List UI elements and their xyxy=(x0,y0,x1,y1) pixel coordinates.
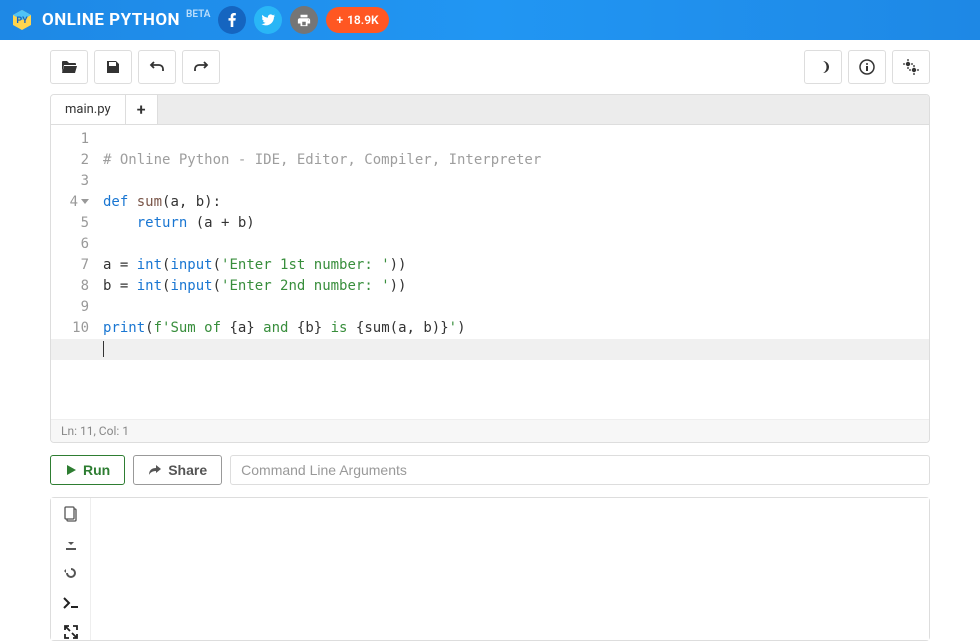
like-count: 18.9K xyxy=(347,13,379,27)
tab-main[interactable]: main.py xyxy=(51,95,126,124)
play-icon xyxy=(65,464,77,476)
line-number: 6 xyxy=(51,234,89,255)
dark-mode-button[interactable] xyxy=(804,50,842,84)
line-number: 2 xyxy=(51,150,89,171)
code-line[interactable] xyxy=(103,234,929,255)
copy-output-button[interactable] xyxy=(61,506,81,522)
status-bar: Ln: 11, Col: 1 xyxy=(51,419,929,442)
console-output[interactable] xyxy=(91,498,929,640)
settings-button[interactable] xyxy=(892,50,930,84)
code-line[interactable]: a = int(input('Enter 1st number: ')) xyxy=(103,255,929,276)
code-line[interactable] xyxy=(103,171,929,192)
share-label: Share xyxy=(168,462,207,478)
open-file-button[interactable] xyxy=(50,50,88,84)
print-button[interactable] xyxy=(290,6,318,34)
console-toolbar xyxy=(51,498,91,640)
run-bar: Run Share xyxy=(50,455,930,485)
line-number: 4 xyxy=(51,192,89,213)
clear-button[interactable] xyxy=(61,566,81,582)
code-area[interactable]: # Online Python - IDE, Editor, Compiler,… xyxy=(97,125,929,419)
line-number: 1 xyxy=(51,129,89,150)
fullscreen-button[interactable] xyxy=(61,625,81,641)
code-line[interactable]: # Online Python - IDE, Editor, Compiler,… xyxy=(103,150,929,171)
share-icon xyxy=(148,464,162,476)
run-button[interactable]: Run xyxy=(50,455,125,485)
terminal-button[interactable] xyxy=(61,595,81,611)
svg-text:PY: PY xyxy=(16,16,28,26)
line-gutter: 1234567891011 xyxy=(51,125,97,419)
line-number: 7 xyxy=(51,255,89,276)
toolbar-left xyxy=(50,50,220,84)
line-number: 3 xyxy=(51,171,89,192)
brand-title: ONLINE PYTHON xyxy=(42,10,180,30)
redo-button[interactable] xyxy=(182,50,220,84)
download-button[interactable] xyxy=(61,536,81,552)
code-line[interactable]: return (a + b) xyxy=(103,213,929,234)
share-button[interactable]: Share xyxy=(133,455,222,485)
code-line[interactable] xyxy=(103,129,929,150)
code-line[interactable] xyxy=(51,339,929,360)
code-line[interactable]: print(f'Sum of {a} and {b} is {sum(a, b)… xyxy=(103,318,929,339)
tab-bar: main.py + xyxy=(51,95,929,125)
code-line[interactable]: def sum(a, b): xyxy=(103,192,929,213)
line-number: 8 xyxy=(51,276,89,297)
cmd-args-input[interactable] xyxy=(230,455,930,485)
info-button[interactable] xyxy=(848,50,886,84)
facebook-button[interactable] xyxy=(218,6,246,34)
code-line[interactable]: b = int(input('Enter 2nd number: ')) xyxy=(103,276,929,297)
editor-panel: main.py + 1234567891011 # Online Python … xyxy=(50,94,930,443)
twitter-button[interactable] xyxy=(254,6,282,34)
run-label: Run xyxy=(83,462,110,478)
line-number: 10 xyxy=(51,318,89,339)
beta-badge: BETA xyxy=(186,9,210,20)
toolbar-right xyxy=(804,50,930,84)
cursor-position: Ln: 11, Col: 1 xyxy=(61,424,129,438)
console-panel xyxy=(50,497,930,641)
add-tab-button[interactable]: + xyxy=(126,95,158,124)
save-button[interactable] xyxy=(94,50,132,84)
toolbar xyxy=(0,40,980,94)
undo-button[interactable] xyxy=(138,50,176,84)
code-editor[interactable]: 1234567891011 # Online Python - IDE, Edi… xyxy=(51,125,929,419)
code-line[interactable] xyxy=(103,297,929,318)
line-number: 9 xyxy=(51,297,89,318)
like-button[interactable]: + 18.9K xyxy=(326,7,388,33)
line-number: 5 xyxy=(51,213,89,234)
logo-icon: PY xyxy=(10,8,34,32)
app-header: PY ONLINE PYTHON BETA + 18.9K xyxy=(0,0,980,40)
plus-icon: + xyxy=(336,13,343,27)
